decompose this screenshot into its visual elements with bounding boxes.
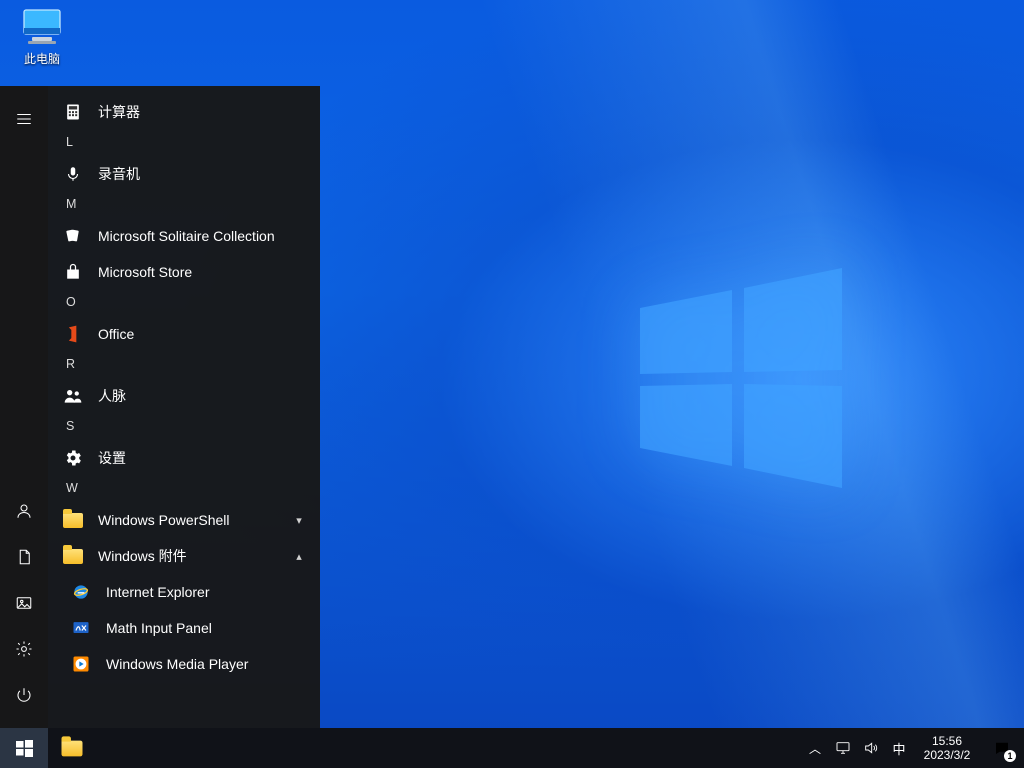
store-icon bbox=[62, 261, 84, 283]
folder-icon bbox=[62, 509, 84, 531]
app-label: 人脉 bbox=[98, 386, 308, 406]
people-icon bbox=[62, 385, 84, 407]
microphone-icon bbox=[62, 163, 84, 185]
media-player-icon bbox=[70, 653, 92, 675]
app-solitaire[interactable]: Microsoft Solitaire Collection bbox=[48, 218, 320, 254]
alpha-header[interactable]: L bbox=[48, 130, 320, 156]
folder-windows-accessories[interactable]: Windows 附件 ▴ bbox=[48, 538, 320, 574]
app-label: 录音机 bbox=[98, 164, 308, 184]
folder-icon bbox=[62, 740, 83, 756]
desktop-icon-label: 此电脑 bbox=[4, 50, 80, 67]
account-button[interactable] bbox=[0, 488, 48, 534]
alpha-header[interactable]: S bbox=[48, 414, 320, 440]
windows-wallpaper-logo bbox=[632, 268, 852, 488]
app-math-input-panel[interactable]: Math Input Panel bbox=[48, 610, 320, 646]
folder-icon bbox=[62, 545, 84, 567]
action-center-button[interactable]: 1 bbox=[980, 728, 1024, 768]
taskbar: ︿ 中 15:56 2023/3/2 1 bbox=[0, 728, 1024, 768]
tray-project-icon[interactable] bbox=[834, 739, 852, 757]
app-label: Math Input Panel bbox=[106, 620, 308, 636]
app-label: Windows PowerShell bbox=[98, 512, 276, 528]
expand-menu-button[interactable] bbox=[0, 96, 48, 142]
taskbar-clock[interactable]: 15:56 2023/3/2 bbox=[914, 728, 980, 768]
clock-time: 15:56 bbox=[922, 734, 972, 748]
tray-overflow-button[interactable]: ︿ bbox=[806, 739, 824, 757]
app-voice-recorder[interactable]: 录音机 bbox=[48, 156, 320, 192]
app-label: Windows 附件 bbox=[98, 546, 276, 566]
app-settings[interactable]: 设置 bbox=[48, 440, 320, 476]
notification-badge: 1 bbox=[1004, 750, 1016, 762]
app-office[interactable]: Office bbox=[48, 316, 320, 352]
power-button[interactable] bbox=[0, 672, 48, 718]
start-menu: 计算器 L 录音机 M Microsoft Solitaire Collecti… bbox=[0, 86, 320, 728]
app-label: Office bbox=[98, 326, 308, 342]
gear-icon bbox=[62, 447, 84, 469]
app-windows-media-player[interactable]: Windows Media Player bbox=[48, 646, 320, 682]
alpha-header[interactable]: W bbox=[48, 476, 320, 502]
windows-logo-icon bbox=[16, 740, 33, 757]
alpha-header[interactable]: O bbox=[48, 290, 320, 316]
app-label: 计算器 bbox=[98, 102, 308, 122]
taskbar-file-explorer[interactable] bbox=[48, 728, 96, 768]
app-microsoft-store[interactable]: Microsoft Store bbox=[48, 254, 320, 290]
calculator-icon bbox=[62, 101, 84, 123]
math-input-icon bbox=[70, 617, 92, 639]
documents-button[interactable] bbox=[0, 534, 48, 580]
app-internet-explorer[interactable]: Internet Explorer bbox=[48, 574, 320, 610]
app-label: 设置 bbox=[98, 448, 308, 468]
app-calculator[interactable]: 计算器 bbox=[48, 94, 320, 130]
desktop-icon-this-pc[interactable]: 此电脑 bbox=[4, 6, 80, 67]
chevron-down-icon: ▾ bbox=[290, 514, 308, 527]
tray-ime-indicator[interactable]: 中 bbox=[890, 739, 908, 757]
settings-button[interactable] bbox=[0, 626, 48, 672]
pictures-button[interactable] bbox=[0, 580, 48, 626]
chevron-up-icon: ▴ bbox=[290, 550, 308, 563]
app-label: Microsoft Store bbox=[98, 264, 308, 280]
computer-icon bbox=[18, 6, 66, 46]
start-menu-app-list[interactable]: 计算器 L 录音机 M Microsoft Solitaire Collecti… bbox=[48, 86, 320, 728]
start-menu-rail bbox=[0, 86, 48, 728]
app-label: Windows Media Player bbox=[106, 656, 308, 672]
tray-volume-icon[interactable] bbox=[862, 739, 880, 757]
alpha-header[interactable]: M bbox=[48, 192, 320, 218]
office-icon bbox=[62, 323, 84, 345]
app-label: Microsoft Solitaire Collection bbox=[98, 228, 308, 244]
ie-icon bbox=[70, 581, 92, 603]
folder-windows-powershell[interactable]: Windows PowerShell ▾ bbox=[48, 502, 320, 538]
clock-date: 2023/3/2 bbox=[922, 748, 972, 762]
system-tray: ︿ 中 bbox=[796, 728, 914, 768]
alpha-header[interactable]: R bbox=[48, 352, 320, 378]
app-label: Internet Explorer bbox=[106, 584, 308, 600]
start-button[interactable] bbox=[0, 728, 48, 768]
app-people[interactable]: 人脉 bbox=[48, 378, 320, 414]
cards-icon bbox=[62, 225, 84, 247]
